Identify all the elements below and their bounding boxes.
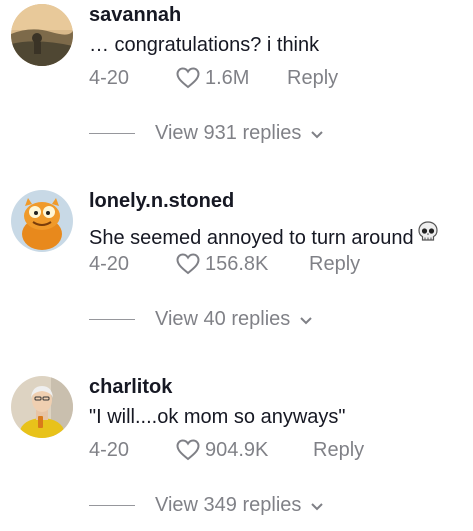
comment-text: "I will....ok mom so anyways" [89,406,346,428]
comment-date: 4-20 [89,438,130,461]
heart-icon [176,253,200,275]
heart-icon [176,67,200,89]
reply-button[interactable]: Reply [287,67,338,90]
avatar[interactable] [11,4,73,66]
comment-meta: 4-20 156.8K Reply [89,252,360,276]
comment-username[interactable]: charlitok [89,376,172,399]
like-count: 156.8K [205,252,269,275]
view-replies-button[interactable]: View 349 replies [89,494,325,517]
comment-text: … congratulations? i think [89,34,320,56]
like-count: 1.6M [205,66,250,89]
view-replies-label: View 931 replies [155,122,302,144]
divider-line [89,132,135,135]
comment-text: She seemed annoyed to turn around [89,220,440,250]
like-button[interactable]: 156.8K [175,252,309,276]
skull-emoji-icon [416,220,440,250]
landscape-avatar-icon [11,4,73,66]
comment-username[interactable]: lonely.n.stoned [89,190,234,213]
comment-meta: 4-20 904.9K Reply [89,438,364,462]
avatar[interactable] [11,190,73,252]
person-avatar-icon [11,376,73,438]
heart-icon [176,439,200,461]
like-button[interactable]: 1.6M [175,66,287,90]
view-replies-label: View 349 replies [155,494,302,516]
comment-text-body: She seemed annoyed to turn around [89,227,414,249]
comment-meta: 4-20 1.6M Reply [89,66,338,90]
view-replies-button[interactable]: View 931 replies [89,122,325,145]
avatar[interactable] [11,376,73,438]
chevron-down-icon [300,316,312,324]
chevron-down-icon [311,502,324,510]
cartoon-cat-avatar-icon [11,190,73,252]
view-replies-label: View 40 replies [155,308,291,330]
comment-date: 4-20 [89,252,130,275]
like-button[interactable]: 904.9K [175,438,313,462]
divider-line [89,504,135,507]
like-count: 904.9K [205,438,269,461]
view-replies-button[interactable]: View 40 replies [89,308,314,331]
reply-button[interactable]: Reply [313,439,364,462]
comment-date: 4-20 [89,66,130,89]
chevron-down-icon [311,130,324,138]
comment-username[interactable]: savannah [89,4,181,27]
divider-line [89,318,135,321]
reply-button[interactable]: Reply [309,253,360,276]
